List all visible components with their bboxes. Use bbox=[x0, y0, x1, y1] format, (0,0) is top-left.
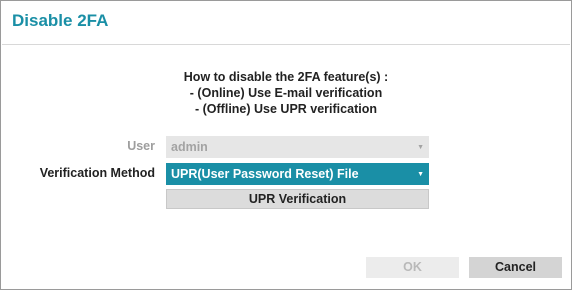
ok-button: OK bbox=[366, 257, 459, 278]
chevron-down-icon: ▼ bbox=[417, 171, 424, 178]
verification-method-label: Verification Method bbox=[39, 166, 155, 180]
instruction-line: - (Online) Use E-mail verification bbox=[189, 86, 383, 100]
disable-2fa-dialog: Disable 2FA How to disable the 2FA featu… bbox=[0, 0, 572, 290]
verification-method-select[interactable]: UPR(User Password Reset) File ▼ bbox=[166, 163, 429, 185]
upr-verification-button[interactable]: UPR Verification bbox=[166, 189, 429, 209]
dialog-title: Disable 2FA bbox=[12, 11, 109, 30]
verification-method-value: UPR(User Password Reset) File bbox=[171, 167, 359, 181]
user-label: User bbox=[127, 139, 155, 153]
user-select: admin ▼ bbox=[166, 136, 429, 158]
user-select-value: admin bbox=[171, 140, 208, 154]
instructions: How to disable the 2FA feature(s) : - (O… bbox=[1, 69, 571, 117]
instruction-line: How to disable the 2FA feature(s) : bbox=[183, 70, 389, 84]
instruction-line: - (Offline) Use UPR verification bbox=[195, 102, 377, 116]
chevron-down-icon: ▼ bbox=[417, 144, 424, 151]
title-divider bbox=[2, 44, 570, 45]
cancel-button[interactable]: Cancel bbox=[469, 257, 562, 278]
